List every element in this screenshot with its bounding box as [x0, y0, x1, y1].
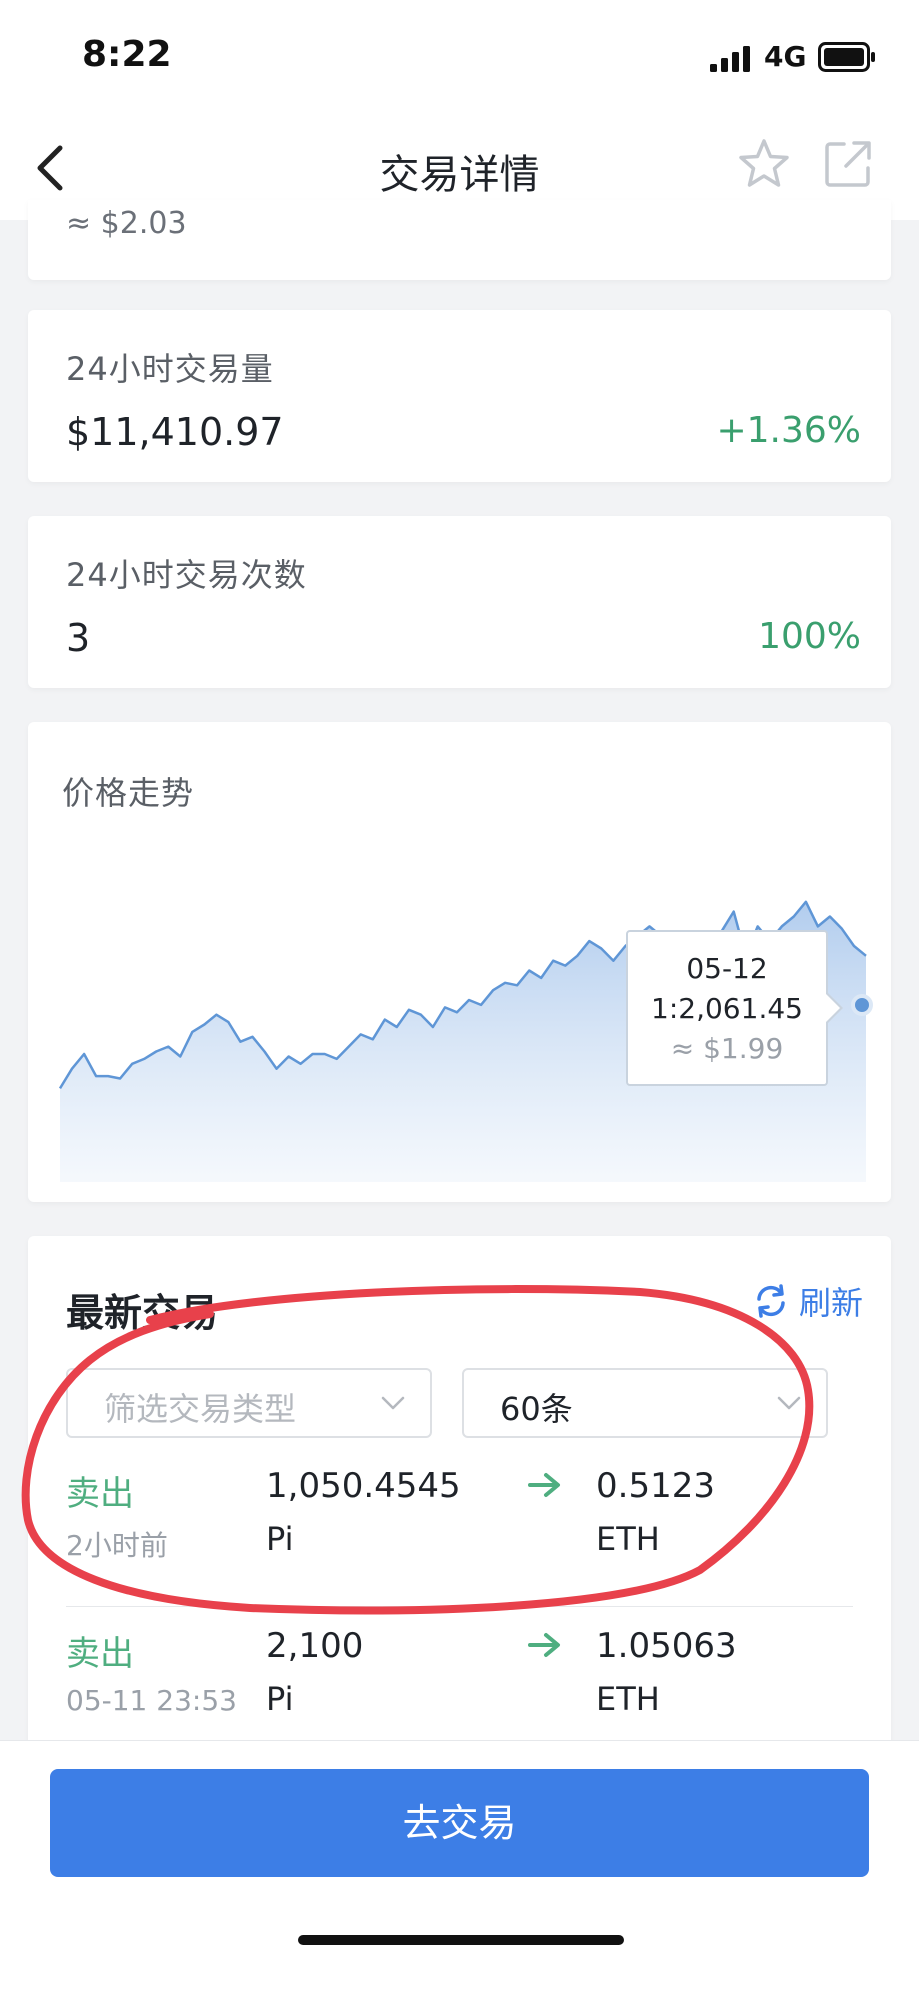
star-icon[interactable]	[736, 136, 792, 192]
status-time: 8:22	[82, 34, 172, 75]
chevron-down-icon	[381, 1396, 405, 1410]
trade-count-card: 24小时交易次数 3 100%	[28, 516, 891, 688]
tooltip-date: 05-12	[686, 952, 768, 985]
row-count-select[interactable]: 60条	[462, 1368, 828, 1438]
share-icon[interactable]	[822, 138, 874, 190]
trade-amount-unit: Pi	[266, 1680, 294, 1718]
trade-amount-unit: Pi	[266, 1520, 294, 1558]
recent-trades-title: 最新交易	[66, 1291, 219, 1335]
trade-count-label: 24小时交易次数	[66, 556, 307, 594]
tooltip-usd: ≈ $1.99	[670, 1032, 784, 1065]
trade-row[interactable]: 卖出 05-11 23:53 2,100 Pi 1.05063 ETH	[66, 1626, 866, 1736]
trade-time: 2小时前	[66, 1529, 168, 1562]
trade-count-value: 3	[66, 616, 91, 660]
trade-side: 卖出	[66, 1474, 134, 1514]
trade-amount: 1,050.4545	[266, 1466, 461, 1506]
price-chart-card: 价格走势 05-12 1:2,061.45 ≈ $1.99	[28, 722, 891, 1202]
chart-tooltip: 05-12 1:2,061.45 ≈ $1.99	[626, 930, 843, 1086]
trade-receive: 0.5123	[596, 1466, 715, 1506]
trade-receive-unit: ETH	[596, 1680, 660, 1718]
refresh-label: 刷新	[798, 1284, 863, 1322]
trade-type-filter[interactable]: 筛选交易类型	[66, 1368, 432, 1438]
trade-receive: 1.05063	[596, 1626, 737, 1666]
bottom-bar: 去交易	[0, 1740, 919, 1990]
price-card: ≈ $2.03	[28, 200, 891, 280]
volume-label: 24小时交易量	[66, 350, 274, 388]
chart-point-marker	[851, 994, 873, 1016]
tooltip-rate: 1:2,061.45	[651, 992, 803, 1025]
trade-count-change: 100%	[758, 616, 861, 657]
arrow-right-icon	[528, 1633, 560, 1657]
battery-icon	[818, 42, 875, 72]
trade-receive-unit: ETH	[596, 1520, 660, 1558]
go-trade-button[interactable]: 去交易	[50, 1769, 869, 1877]
refresh-button[interactable]: 刷新	[753, 1278, 863, 1324]
home-indicator	[298, 1935, 624, 1945]
trade-time: 05-11 23:53	[66, 1684, 237, 1717]
trade-side: 卖出	[66, 1634, 134, 1674]
trade-amount: 2,100	[266, 1626, 364, 1666]
refresh-icon	[757, 1284, 785, 1318]
signal-icon	[710, 46, 750, 72]
trade-type-filter-placeholder: 筛选交易类型	[104, 1390, 297, 1428]
row-divider	[66, 1606, 853, 1607]
volume-change: +1.36%	[716, 410, 861, 451]
arrow-right-icon	[528, 1473, 560, 1497]
trade-row[interactable]: 卖出 2小时前 1,050.4545 Pi 0.5123 ETH	[66, 1466, 866, 1576]
volume-value: $11,410.97	[66, 410, 284, 454]
row-count-value: 60条	[500, 1390, 573, 1428]
volume-card: 24小时交易量 $11,410.97 +1.36%	[28, 310, 891, 482]
network-label: 4G	[764, 40, 807, 73]
status-bar: 8:22 4G	[0, 0, 919, 120]
approx-price: ≈ $2.03	[66, 206, 187, 241]
recent-trades-card: 最新交易 刷新 筛选交易类型 60条 卖出 2小时前 1,050.4545 Pi…	[28, 1236, 891, 1756]
chevron-down-icon	[777, 1396, 801, 1410]
